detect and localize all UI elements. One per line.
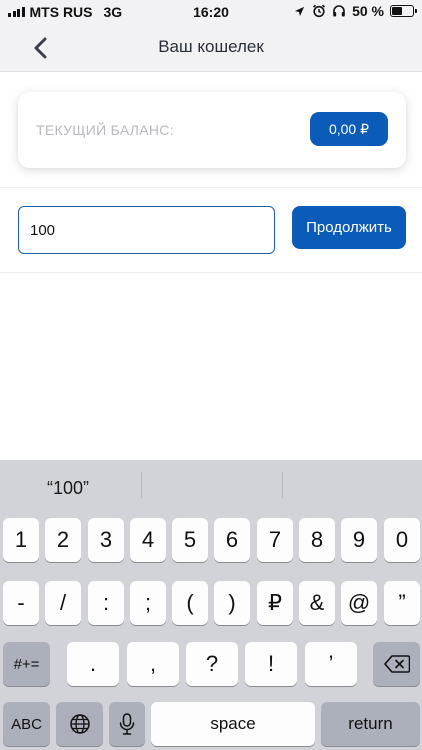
balance-label: ТЕКУЩИЙ БАЛАНС: <box>36 122 174 138</box>
keyboard: “100” 1 2 3 4 5 6 7 8 9 0 - / : ; ( ) ₽ … <box>0 460 422 750</box>
divider <box>0 272 422 273</box>
suggestion-item[interactable]: “100” <box>47 478 89 499</box>
suggestion-separator <box>282 472 283 498</box>
key-semicolon[interactable]: ; <box>130 581 166 625</box>
key-ruble[interactable]: ₽ <box>257 581 293 625</box>
key-5[interactable]: 5 <box>172 518 208 562</box>
space-key[interactable]: space <box>151 702 315 746</box>
microphone-icon <box>119 713 135 735</box>
key-quote[interactable]: ” <box>384 581 420 625</box>
return-key[interactable]: return <box>321 702 420 746</box>
key-colon[interactable]: : <box>88 581 124 625</box>
suggestion-separator <box>141 472 142 498</box>
balance-value-badge: 0,00 ₽ <box>310 112 388 146</box>
dictation-key[interactable] <box>109 702 145 746</box>
key-7[interactable]: 7 <box>257 518 293 562</box>
key-hyphen[interactable]: - <box>3 581 39 625</box>
headphones-icon <box>332 4 346 18</box>
key-6[interactable]: 6 <box>214 518 250 562</box>
divider <box>0 187 422 188</box>
key-ampersand[interactable]: & <box>299 581 335 625</box>
amount-input[interactable] <box>18 206 275 254</box>
location-arrow-icon <box>292 4 306 18</box>
key-8[interactable]: 8 <box>299 518 335 562</box>
key-comma[interactable]: , <box>127 642 179 686</box>
key-4[interactable]: 4 <box>130 518 166 562</box>
key-apostrophe[interactable]: ’ <box>305 642 357 686</box>
key-1[interactable]: 1 <box>3 518 39 562</box>
key-open-paren[interactable]: ( <box>172 581 208 625</box>
key-abc[interactable]: ABC <box>3 702 50 746</box>
status-right: 50 % <box>292 3 417 19</box>
globe-key[interactable] <box>56 702 103 746</box>
key-9[interactable]: 9 <box>341 518 377 562</box>
nav-bar: Ваш кошелек <box>0 24 422 72</box>
key-period[interactable]: . <box>67 642 119 686</box>
balance-card: ТЕКУЩИЙ БАЛАНС: 0,00 ₽ <box>18 92 406 168</box>
key-0[interactable]: 0 <box>384 518 420 562</box>
key-at[interactable]: @ <box>341 581 377 625</box>
status-bar: MTS RUS 3G 16:20 50 % <box>0 0 422 24</box>
key-3[interactable]: 3 <box>88 518 124 562</box>
battery-percent: 50 % <box>352 3 384 19</box>
key-exclamation[interactable]: ! <box>245 642 297 686</box>
key-close-paren[interactable]: ) <box>214 581 250 625</box>
alarm-clock-icon <box>312 4 326 18</box>
key-symbols[interactable]: #+= <box>3 642 50 686</box>
delete-key[interactable] <box>373 642 420 686</box>
battery-fill <box>392 7 402 15</box>
suggestion-bar: “100” <box>0 460 422 510</box>
globe-icon <box>69 714 90 734</box>
backspace-icon <box>383 655 410 673</box>
key-question[interactable]: ? <box>186 642 238 686</box>
battery-icon <box>390 5 417 17</box>
key-2[interactable]: 2 <box>45 518 81 562</box>
page-title: Ваш кошелек <box>158 37 264 56</box>
key-slash[interactable]: / <box>45 581 81 625</box>
continue-button[interactable]: Продолжить <box>292 206 406 249</box>
